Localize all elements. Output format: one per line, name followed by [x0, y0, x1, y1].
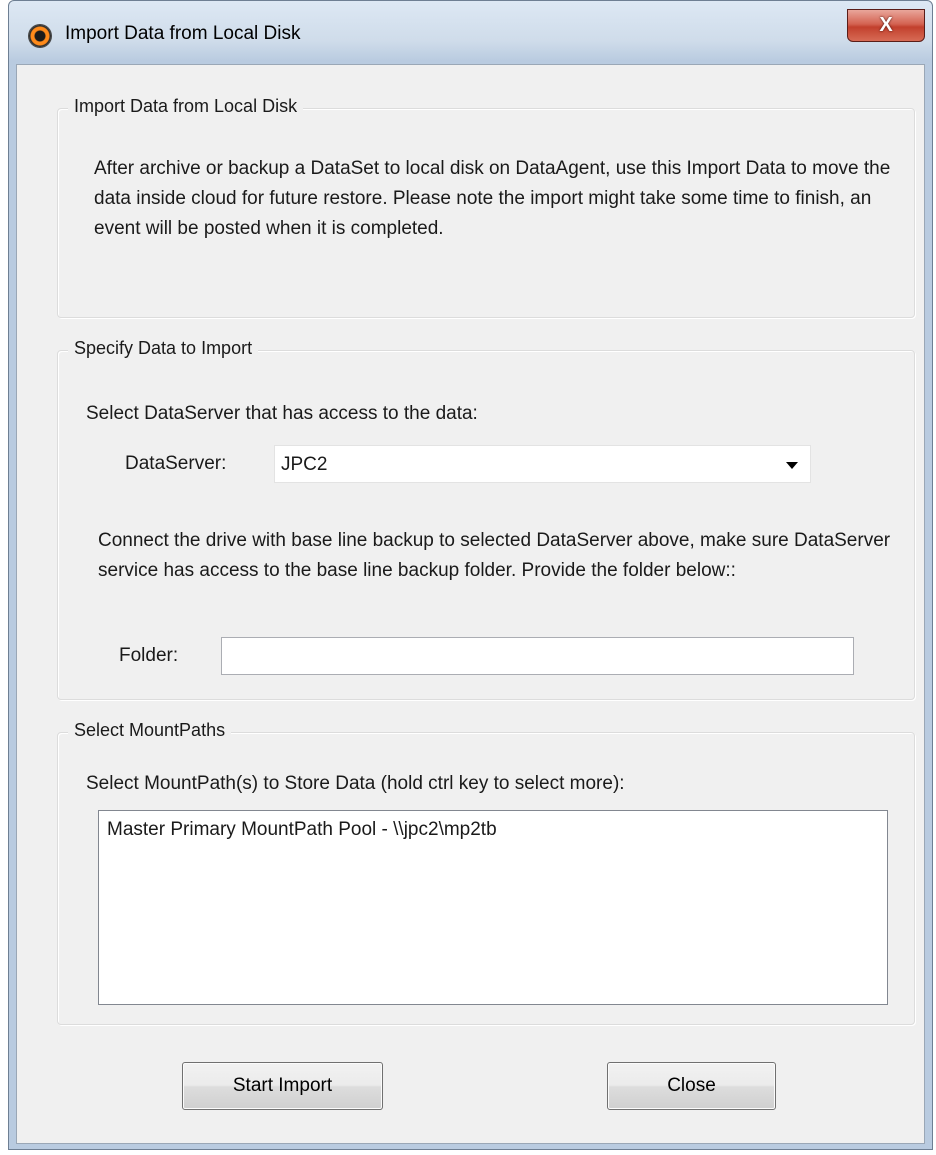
folder-instructions: Connect the drive with base line backup … — [98, 530, 891, 581]
dialog-content: Import Data from Local Disk After archiv… — [16, 64, 925, 1144]
start-import-button[interactable]: Start Import — [182, 1062, 383, 1110]
intro-description: After archive or backup a DataSet to loc… — [94, 158, 891, 239]
close-icon: X — [879, 14, 893, 36]
intro-group: Import Data from Local Disk After archiv… — [57, 96, 915, 318]
folder-input[interactable] — [221, 637, 854, 675]
mountpaths-group: Select MountPaths Select MountPath(s) to… — [57, 720, 915, 1025]
dataserver-selected-value: JPC2 — [281, 454, 328, 475]
intro-group-label: Import Data from Local Disk — [68, 96, 304, 117]
window-title: Import Data from Local Disk — [65, 23, 301, 44]
close-button[interactable]: Close — [607, 1062, 776, 1110]
title-bar[interactable]: Import Data from Local Disk X — [9, 1, 932, 65]
select-dataserver-prompt: Select DataServer that has access to the… — [86, 403, 478, 424]
mountpaths-group-label: Select MountPaths — [68, 720, 232, 741]
dataserver-label: DataServer: — [125, 453, 227, 474]
list-item[interactable]: Master Primary MountPath Pool - \\jpc2\m… — [99, 811, 887, 845]
mountpaths-prompt: Select MountPath(s) to Store Data (hold … — [86, 773, 625, 794]
import-dialog-window: Import Data from Local Disk X Import Dat… — [8, 0, 933, 1150]
window-close-button[interactable]: X — [847, 9, 925, 42]
chevron-down-icon[interactable] — [786, 462, 798, 469]
folder-label: Folder: — [119, 645, 179, 666]
specify-data-group: Specify Data to Import Select DataServer… — [57, 338, 915, 700]
dataserver-dropdown[interactable]: JPC2 — [274, 445, 811, 483]
mountpaths-listbox[interactable]: Master Primary MountPath Pool - \\jpc2\m… — [98, 810, 888, 1005]
specify-data-group-label: Specify Data to Import — [68, 338, 259, 359]
app-logo-icon — [29, 25, 51, 47]
